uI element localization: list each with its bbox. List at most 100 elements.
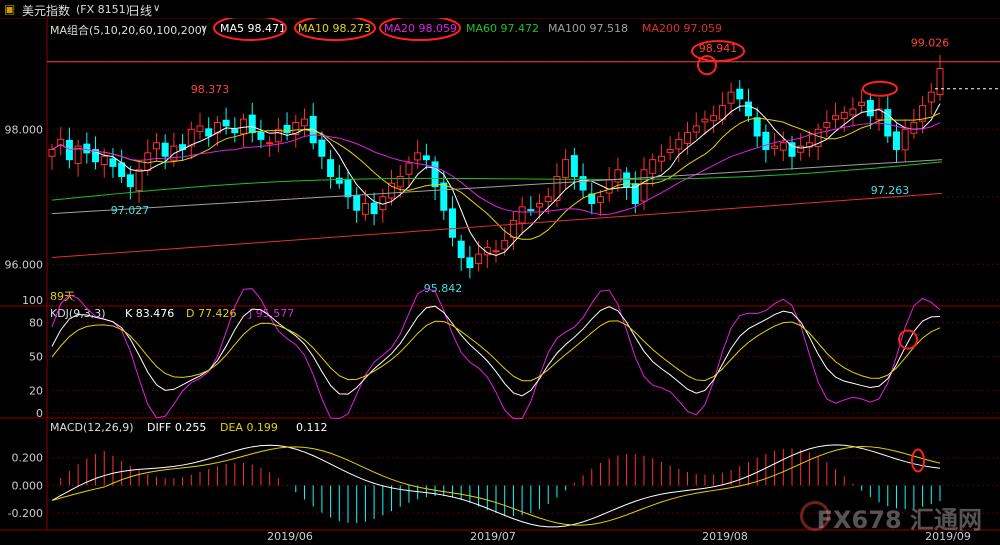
candle-body [527,209,535,212]
candle-body [649,159,657,174]
candle-body [631,183,639,205]
candle-body [614,169,622,183]
candle-body [936,68,944,95]
candle-body [65,139,73,161]
annotation-low-label: 97.027 [111,204,150,217]
candle-body [736,88,744,100]
title-bar: ▣ 美元指数 (FX 8151) 日线 ∨ [0,0,1000,19]
highlight-circle [911,448,925,473]
candle-body [205,128,213,137]
candle-body [492,250,500,253]
days-count-label: 89天 [50,290,75,303]
date-tick-label: 2019/08 [702,530,748,543]
candle-body [892,131,900,150]
annotation-high-label: 99.026 [911,36,950,49]
candle-body [448,208,456,238]
candle-body [222,119,230,127]
candle-body [388,182,396,199]
candle-body [257,131,265,140]
candle-body [361,203,369,215]
candle-body [100,155,108,165]
candle-body [684,132,692,144]
candle-body [544,196,552,203]
annotation-high-label: 98.373 [191,83,230,96]
candle-body [135,169,143,192]
ma5-line [51,103,941,257]
candle-body [579,176,587,191]
ma10-line [51,112,941,240]
date-tick-label: 2019/07 [470,530,516,543]
candle-body [248,114,256,134]
kdj-tick-label: 80 [29,317,43,330]
ma-long-line [51,192,943,258]
highlight-circle [213,18,287,41]
macd-tick-label: 0.000 [12,479,44,492]
price-tick-label: 96.000 [5,258,44,271]
candle-body [501,240,509,250]
kdj-k-line [51,305,941,397]
candle-body [701,118,709,123]
candle-body [466,257,474,269]
candle-body [901,128,909,151]
candle-body [675,138,683,150]
candle-body [797,145,805,153]
kdj-tick-label: 100 [22,294,43,307]
candle-body [240,118,248,135]
candle-body [536,203,544,208]
candle-body [823,122,831,128]
candle-body [640,169,648,202]
date-tick-label: 2019/06 [267,530,313,543]
candle-body [570,155,578,177]
candle-body [457,240,465,259]
annotation-low-label: 95.842 [424,282,463,295]
candle-body [849,108,857,116]
candle-body [910,122,918,134]
candle-body [509,219,517,238]
candle-body [605,179,613,194]
candle-body [344,178,352,198]
candle-body [832,115,840,120]
kdj-tick-label: 50 [29,351,43,364]
macd-tick-label: 0.200 [12,452,44,465]
annotation-low-label: 97.263 [871,184,910,197]
candle-body [657,155,665,162]
candle-body [779,142,787,151]
candle-body [431,161,439,188]
candle-body [518,206,526,224]
highlight-circle [862,80,898,97]
candle-body [710,115,718,122]
candle-body [858,101,866,107]
candle-body [414,152,422,161]
candle-body [927,91,935,103]
candle-body [144,152,152,171]
candle-body [266,142,274,145]
candle-body [866,100,874,117]
macd-tick-label: -0.200 [8,507,43,520]
chevron-down-icon[interactable]: ∨ [153,3,160,14]
candle-body [840,111,848,120]
candlestick-chart[interactable]: 98.000 96.000 98.373 97.027 95.842 98.941 97.2… [0,18,1000,545]
candle-body [231,129,239,134]
kdj-j-line [51,288,941,420]
candle-body [405,162,413,175]
candle-body [161,142,169,157]
candle-body [692,125,700,133]
candle-body [327,159,335,178]
period-selector[interactable]: 日线 [128,2,152,19]
candle-body [666,149,674,153]
candle-body [771,145,779,149]
candle-body [727,91,735,104]
candle-body [753,117,761,137]
candle-body [196,125,204,133]
candle-body [370,202,378,215]
candle-body [562,159,570,178]
highlight-circle [379,18,461,41]
kdj-tick-label: 20 [29,384,43,397]
ma-long-line [51,159,943,215]
candle-body [126,174,134,188]
candle-body [109,158,117,167]
watermark: FX678 汇通网 [816,506,982,534]
symbol-code: (FX 8151) [76,3,130,16]
candle-body [318,139,326,157]
highlight-circle [294,18,376,41]
